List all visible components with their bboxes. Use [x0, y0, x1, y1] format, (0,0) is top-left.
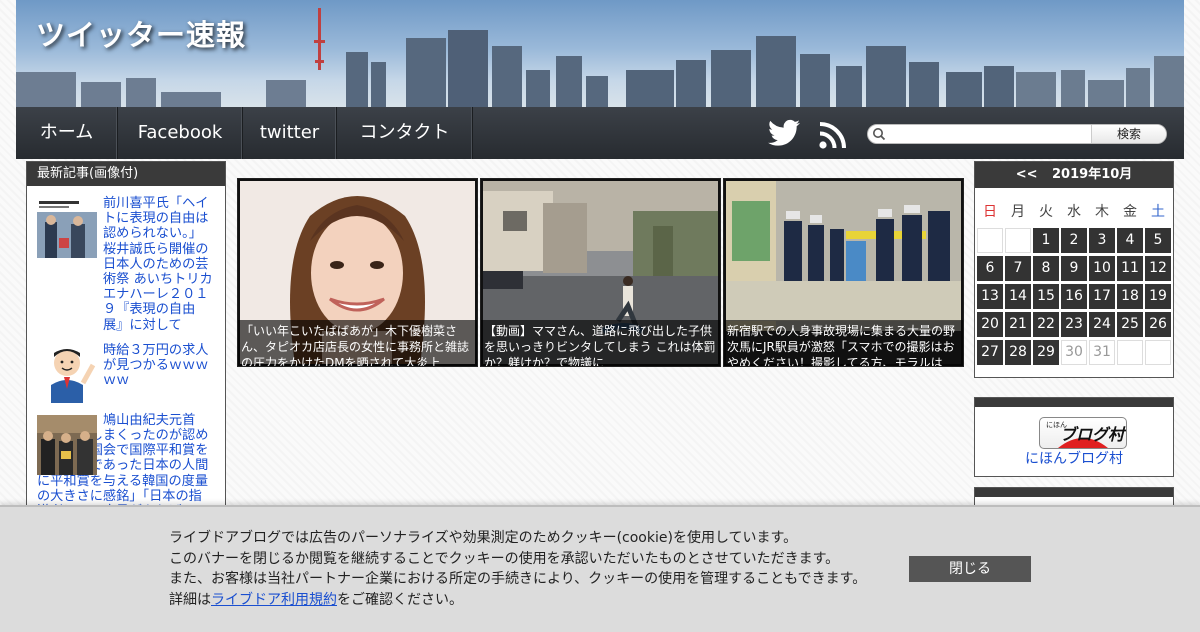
cookie-close-button[interactable]: 閉じる [909, 556, 1031, 582]
calendar-weekday: 金 [1123, 204, 1137, 220]
calendar-day[interactable]: 5 [1145, 228, 1171, 253]
calendar-week-row: 20 21 22 23 24 25 26 [977, 312, 1173, 340]
calendar-day[interactable]: 25 [1117, 312, 1143, 337]
nav-home[interactable]: ホーム [16, 107, 118, 159]
search-box: 検索 [867, 124, 1167, 144]
calendar-prev-button[interactable]: << [1016, 167, 1038, 182]
rss-icon[interactable] [819, 121, 847, 149]
cookie-line: このバナーを閉じるか閲覧を継続することでクッキーの使用を承認いただいたものとさせ… [169, 550, 840, 567]
list-item[interactable]: 鳩山由紀夫元首相、謝罪しまくったのが認められ韓国国会で国際平和賞を受賞「敵であっ… [37, 413, 215, 519]
calendar-weekday: 土 [1151, 204, 1165, 220]
calendar-day[interactable]: 21 [1005, 312, 1031, 337]
cookie-line: ライブドアブログでは広告のパーソナライズや効果測定のためクッキー(cookie)… [169, 530, 798, 546]
calendar-day[interactable]: 28 [1005, 340, 1031, 365]
search-input[interactable] [888, 125, 1088, 143]
calendar-day[interactable]: 7 [1005, 256, 1031, 281]
cookie-banner: ライブドアブログでは広告のパーソナライズや効果測定のためクッキー(cookie)… [0, 505, 1200, 632]
calendar-day[interactable]: 11 [1117, 256, 1143, 281]
article-thumbnail[interactable] [37, 342, 97, 403]
calendar-day[interactable]: 14 [1005, 284, 1031, 309]
calendar-day[interactable]: 1 [1033, 228, 1059, 253]
search-icon [873, 128, 886, 141]
calendar-day[interactable]: 27 [977, 340, 1003, 365]
calendar-day[interactable]: 29 [1033, 340, 1059, 365]
calendar-weekday: 月 [1011, 204, 1025, 220]
calendar-empty-cell [977, 228, 1003, 253]
calendar-weekday: 火 [1039, 204, 1053, 220]
calendar-weekday: 木 [1095, 204, 1109, 220]
blog-village-badge[interactable]: にほん ブログ村 [1039, 417, 1127, 449]
calendar-day[interactable]: 17 [1089, 284, 1115, 309]
calendar-day[interactable]: 8 [1033, 256, 1059, 281]
nav-twitter[interactable]: twitter [243, 107, 337, 159]
calendar-day[interactable]: 12 [1145, 256, 1171, 281]
widget-header [975, 488, 1173, 497]
calendar-widget: << 2019年10月 日月火水木金土 1 2 3 4 5 6 7 8 9 10 11 12 13 14 15… [974, 161, 1174, 378]
calendar-day[interactable]: 23 [1061, 312, 1087, 337]
calendar-weekday-row: 日月火水木金土 [977, 200, 1173, 228]
calendar-week-row: 13 14 15 16 17 18 19 [977, 284, 1173, 312]
calendar-day[interactable]: 3 [1089, 228, 1115, 253]
calendar-week-row: 6 7 8 9 10 11 12 [977, 256, 1173, 284]
main-nav: ホーム Facebook twitter コンタクト 検索 [16, 107, 1184, 159]
nav-contact[interactable]: コンタクト [337, 107, 473, 159]
blog-village-widget: にほん ブログ村 にほんブログ村 [974, 397, 1174, 477]
calendar-weekday: 日 [983, 204, 997, 220]
calendar-week-row: 27 28 29 30 31 [977, 340, 1173, 368]
calendar-day[interactable]: 15 [1033, 284, 1059, 309]
widget-header [975, 398, 1173, 407]
cookie-message: ライブドアブログでは広告のパーソナライズや効果測定のためクッキー(cookie)… [169, 528, 866, 610]
calendar-day[interactable]: 18 [1117, 284, 1143, 309]
calendar-day: 30 [1061, 340, 1087, 365]
list-item[interactable]: 前川喜平氏「ヘイトに表現の自由は認められない。」 桜井誠氏ら開催の日本人のための… [37, 196, 215, 333]
article-caption[interactable]: 新宿駅での人身事故現場に集まる大量の野次馬にJR駅員が激怒「スマホでの撮影はおや… [724, 320, 963, 366]
cookie-detail-prefix: 詳細は [169, 591, 211, 608]
list-item[interactable]: 時給３万円の求人が見つかるｗｗｗｗｗ [37, 342, 215, 403]
article-thumbnail[interactable] [37, 198, 97, 258]
site-title[interactable]: ツイッター速報 [36, 12, 246, 54]
calendar-empty-cell [1117, 340, 1143, 365]
recent-articles-sidebar: 最新記事(画像付) 前川喜平氏「ヘイトに表現の自由は認められない。」 桜井誠氏ら… [26, 161, 226, 523]
terms-link[interactable]: ライブドア利用規約 [211, 592, 337, 608]
calendar-day[interactable]: 16 [1061, 284, 1087, 309]
calendar-weekday: 水 [1067, 204, 1081, 220]
article-card[interactable]: 「いい年こいたばばあが」木下優樹菜さん、タピオカ店店長の女性に事務所と雑誌の圧力… [237, 178, 478, 367]
search-button[interactable]: 検索 [1091, 125, 1166, 143]
calendar-title: 2019年10月 [1052, 167, 1133, 182]
calendar-day[interactable]: 2 [1061, 228, 1087, 253]
cookie-detail-suffix: をご確認ください。 [337, 591, 463, 608]
calendar-day[interactable]: 4 [1117, 228, 1143, 253]
cookie-line: また、お客様は当社パートナー企業における所定の手続きにより、クッキーの使用を管理… [169, 571, 867, 587]
nav-facebook[interactable]: Facebook [118, 107, 243, 159]
blog-village-link[interactable]: にほんブログ村 [975, 448, 1173, 468]
calendar-header: << 2019年10月 [975, 162, 1173, 188]
calendar-day[interactable]: 6 [977, 256, 1003, 281]
cookie-detail-line: 詳細はライブドア利用規約をご確認ください。 [169, 590, 866, 611]
calendar-day[interactable]: 26 [1145, 312, 1171, 337]
calendar-day[interactable]: 10 [1089, 256, 1115, 281]
calendar-week-row: 12345 [977, 228, 1173, 256]
calendar-grid: 日月火水木金土 1 2 3 4 5 6 7 8 9 10 11 12 13 14 15 16 17 18 19 20 21… [977, 200, 1173, 368]
calendar-day[interactable]: 19 [1145, 284, 1171, 309]
article-card[interactable]: 【動画】ママさん、道路に飛び出した子供を思いっきりビンタしてしまう これは体罰か… [480, 178, 721, 367]
calendar-day[interactable]: 22 [1033, 312, 1059, 337]
calendar-empty-cell [1145, 340, 1171, 365]
site-header: ツイッター速報 [16, 0, 1184, 108]
calendar-day[interactable]: 24 [1089, 312, 1115, 337]
sidebar-heading: 最新記事(画像付) [27, 162, 225, 186]
article-caption[interactable]: 「いい年こいたばばあが」木下優樹菜さん、タピオカ店店長の女性に事務所と雑誌の圧力… [238, 320, 477, 366]
calendar-day: 31 [1089, 340, 1115, 365]
article-card[interactable]: 新宿駅での人身事故現場に集まる大量の野次馬にJR駅員が激怒「スマホでの撮影はおや… [723, 178, 964, 367]
calendar-day[interactable]: 13 [977, 284, 1003, 309]
calendar-day[interactable]: 20 [977, 312, 1003, 337]
twitter-icon[interactable] [768, 119, 800, 147]
article-thumbnail[interactable] [37, 414, 97, 475]
calendar-day[interactable]: 9 [1061, 256, 1087, 281]
calendar-empty-cell [1005, 228, 1031, 253]
blog-village-badge-text: ブログ村 [1060, 425, 1125, 444]
article-caption[interactable]: 【動画】ママさん、道路に飛び出した子供を思いっきりビンタしてしまう これは体罰か… [481, 320, 720, 366]
